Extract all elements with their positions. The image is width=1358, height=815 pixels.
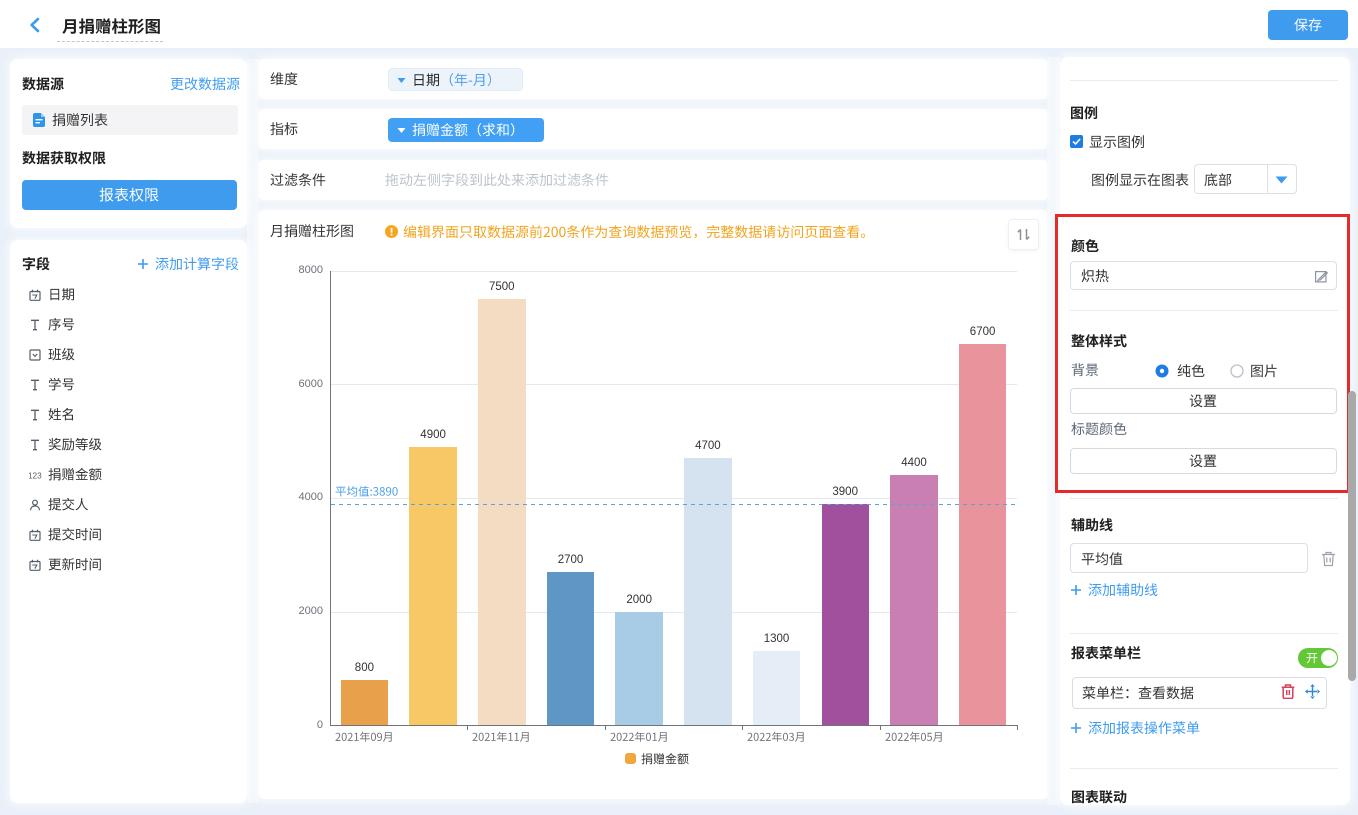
svg-text:123: 123 <box>29 471 42 480</box>
